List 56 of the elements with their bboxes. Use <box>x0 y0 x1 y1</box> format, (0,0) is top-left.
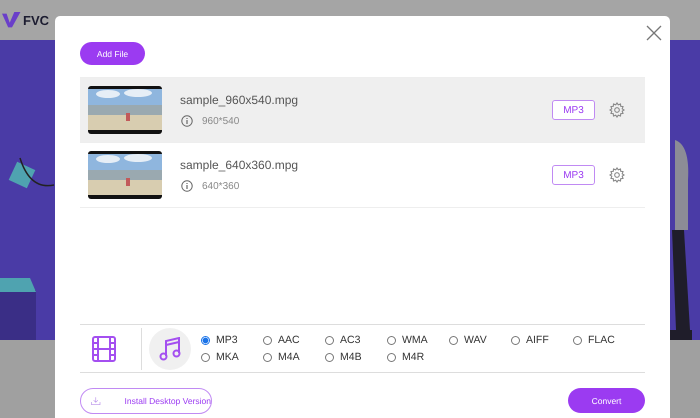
format-button[interactable]: MP3 <box>552 100 595 120</box>
file-name: sample_960x540.mpg <box>180 93 300 107</box>
format-option[interactable]: MP3 <box>201 334 263 346</box>
format-option[interactable]: WMA <box>387 334 449 346</box>
add-file-button[interactable]: Add File <box>80 42 145 65</box>
close-icon[interactable] <box>646 25 662 41</box>
format-option[interactable]: M4A <box>263 351 325 363</box>
format-option[interactable]: WAV <box>449 334 511 346</box>
file-row[interactable]: sample_960x540.mpg 960*540 MP3 <box>80 78 645 143</box>
file-resolution: 640*360 <box>202 180 240 192</box>
format-option[interactable]: M4R <box>387 351 449 363</box>
convert-button[interactable]: Convert <box>568 388 645 413</box>
format-label: MKA <box>216 351 239 363</box>
file-resolution: 960*540 <box>202 116 240 126</box>
radio-button[interactable] <box>573 336 582 344</box>
format-option[interactable]: AIFF <box>511 334 573 346</box>
format-option[interactable]: FLAC <box>573 334 635 346</box>
radio-button[interactable] <box>387 336 396 344</box>
radio-button[interactable] <box>387 352 396 362</box>
music-note-icon <box>159 336 181 360</box>
format-label: AAC <box>278 334 300 346</box>
radio-button[interactable] <box>511 336 520 344</box>
audio-tab[interactable] <box>149 328 191 370</box>
format-label: WAV <box>464 334 487 346</box>
format-option[interactable]: M4B <box>325 351 387 363</box>
radio-button[interactable] <box>263 352 272 362</box>
install-desktop-button[interactable]: Install Desktop Version <box>80 388 212 414</box>
logo-text: FVC <box>23 12 49 28</box>
settings-icon[interactable] <box>609 167 625 183</box>
format-label: M4A <box>278 351 300 363</box>
format-label: M4B <box>340 351 362 363</box>
format-button[interactable]: MP3 <box>552 165 595 185</box>
format-label: AC3 <box>340 334 360 346</box>
radio-button[interactable] <box>201 352 210 362</box>
radio-button[interactable] <box>449 336 458 344</box>
box-drawing <box>0 278 36 340</box>
radio-button[interactable] <box>263 336 272 344</box>
radio-button[interactable] <box>325 352 334 362</box>
format-option[interactable]: AC3 <box>325 334 387 346</box>
format-label: M4R <box>402 351 424 363</box>
info-icon <box>181 180 193 192</box>
format-option[interactable]: MKA <box>201 351 263 363</box>
tag-drawing <box>8 158 54 188</box>
format-label: AIFF <box>526 334 549 346</box>
format-label: MP3 <box>216 334 238 346</box>
logo-icon <box>2 12 22 28</box>
format-label: FLAC <box>588 334 615 346</box>
file-name: sample_640x360.mpg <box>180 158 300 172</box>
format-label: WMA <box>402 334 428 346</box>
radio-button[interactable] <box>201 336 210 344</box>
film-icon <box>92 336 116 362</box>
format-option[interactable]: AAC <box>263 334 325 346</box>
radio-button[interactable] <box>325 336 334 344</box>
file-row[interactable]: sample_640x360.mpg 640*360 MP3 <box>80 143 645 208</box>
settings-icon[interactable] <box>609 102 625 118</box>
info-icon <box>181 115 193 127</box>
